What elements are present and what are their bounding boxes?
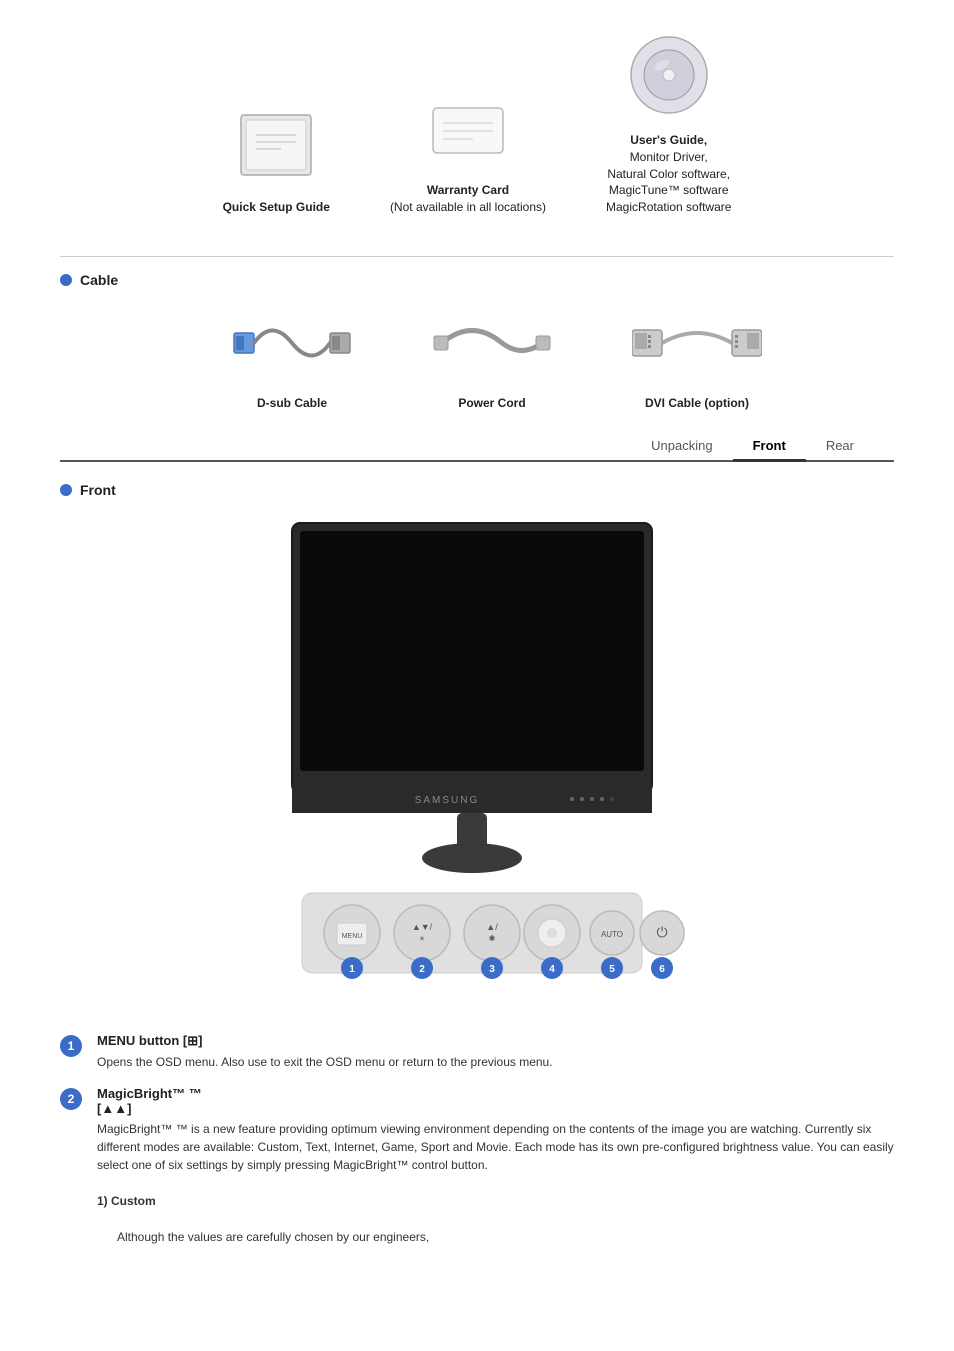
dvi-cable-label: DVI Cable (option) (645, 395, 749, 412)
front-section-dot (60, 484, 72, 496)
nav-tabs: Unpacking Front Rear (60, 432, 894, 462)
svg-text:⏻: ⏻ (656, 924, 667, 940)
monitor-illustration: SAMSUNG MENU 1 (262, 513, 692, 1013)
svg-text:SAMSUNG: SAMSUNG (415, 795, 480, 806)
dsub-cable-svg (232, 308, 352, 378)
cable-section-header: Cable (60, 272, 894, 288)
quick-setup-guide-image (226, 107, 326, 187)
dsub-cable-image (232, 303, 352, 383)
warranty-card-svg (428, 93, 508, 168)
button-name-2: MagicBright™ ™ [▲▲] (97, 1086, 894, 1116)
svg-text:5: 5 (609, 964, 615, 975)
users-guide-label: User's Guide, Monitor Driver, Natural Co… (606, 132, 731, 216)
svg-text:2: 2 (419, 964, 425, 975)
front-section-header: Front (60, 482, 894, 498)
front-section: Front SAMSUNG (60, 482, 894, 1013)
svg-text:3: 3 (489, 964, 495, 975)
top-items-row: Quick Setup Guide Warranty Card (Not ava… (60, 30, 894, 236)
button-desc-2: 2 MagicBright™ ™ [▲▲] MagicBright™ ™ is … (60, 1086, 894, 1246)
users-guide-svg (624, 30, 714, 120)
button-desc-1: 1 MENU button [⊞] Opens the OSD menu. Al… (60, 1033, 894, 1071)
dvi-cable-image (632, 303, 762, 383)
item-power-cord: Power Cord (432, 303, 552, 412)
button-text-1: Opens the OSD menu. Also use to exit the… (97, 1053, 894, 1071)
cable-section: Cable D-sub Cable (60, 272, 894, 412)
dvi-cable-svg (632, 308, 762, 378)
cable-section-dot (60, 274, 72, 286)
item-dvi-cable: DVI Cable (option) (632, 303, 762, 412)
top-divider (60, 256, 894, 257)
quick-setup-guide-svg (226, 110, 326, 185)
button-text-2: MagicBright™ ™ is a new feature providin… (97, 1120, 894, 1246)
cables-row: D-sub Cable Power Cord (60, 303, 894, 412)
power-cord-image (432, 303, 552, 383)
svg-text:MENU: MENU (342, 933, 363, 940)
tab-unpacking[interactable]: Unpacking (631, 432, 732, 462)
front-section-title: Front (80, 482, 116, 498)
svg-text:4: 4 (549, 964, 555, 975)
warranty-card-image (428, 90, 508, 170)
quick-setup-guide-label: Quick Setup Guide (223, 199, 330, 216)
monitor-container: SAMSUNG MENU 1 (60, 513, 894, 1013)
svg-text:✱: ✱ (489, 934, 496, 943)
tab-rear[interactable]: Rear (806, 432, 874, 462)
users-guide-image (624, 30, 714, 120)
cable-section-title: Cable (80, 272, 118, 288)
item-dsub-cable: D-sub Cable (232, 303, 352, 412)
svg-text:AUTO: AUTO (601, 930, 623, 939)
button-content-1: MENU button [⊞] Opens the OSD menu. Also… (97, 1033, 894, 1071)
custom-text: Although the values are carefully chosen… (97, 1228, 429, 1246)
warranty-card-label: Warranty Card (Not available in all loca… (390, 182, 546, 216)
svg-text:6: 6 (659, 964, 665, 975)
power-cord-label: Power Cord (458, 395, 525, 412)
badge-2: 2 (60, 1088, 82, 1110)
svg-text:▲/: ▲/ (486, 922, 498, 932)
item-users-guide: User's Guide, Monitor Driver, Natural Co… (606, 30, 731, 216)
svg-text:☀: ☀ (419, 935, 425, 943)
item-quick-setup-guide: Quick Setup Guide (223, 107, 330, 216)
button-content-2: MagicBright™ ™ [▲▲] MagicBright™ ™ is a … (97, 1086, 894, 1246)
page-container: Quick Setup Guide Warranty Card (Not ava… (0, 0, 954, 1291)
button-name-1: MENU button [⊞] (97, 1033, 894, 1049)
svg-text:1: 1 (349, 964, 355, 975)
button-desc-list: 1 MENU button [⊞] Opens the OSD menu. Al… (60, 1033, 894, 1246)
power-cord-svg (432, 308, 552, 378)
custom-label: 1) Custom (97, 1194, 156, 1208)
badge-1: 1 (60, 1035, 82, 1057)
svg-text:▲▼/: ▲▼/ (412, 922, 433, 932)
dsub-cable-label: D-sub Cable (257, 395, 327, 412)
tab-front[interactable]: Front (733, 432, 806, 462)
item-warranty-card: Warranty Card (Not available in all loca… (390, 90, 546, 216)
